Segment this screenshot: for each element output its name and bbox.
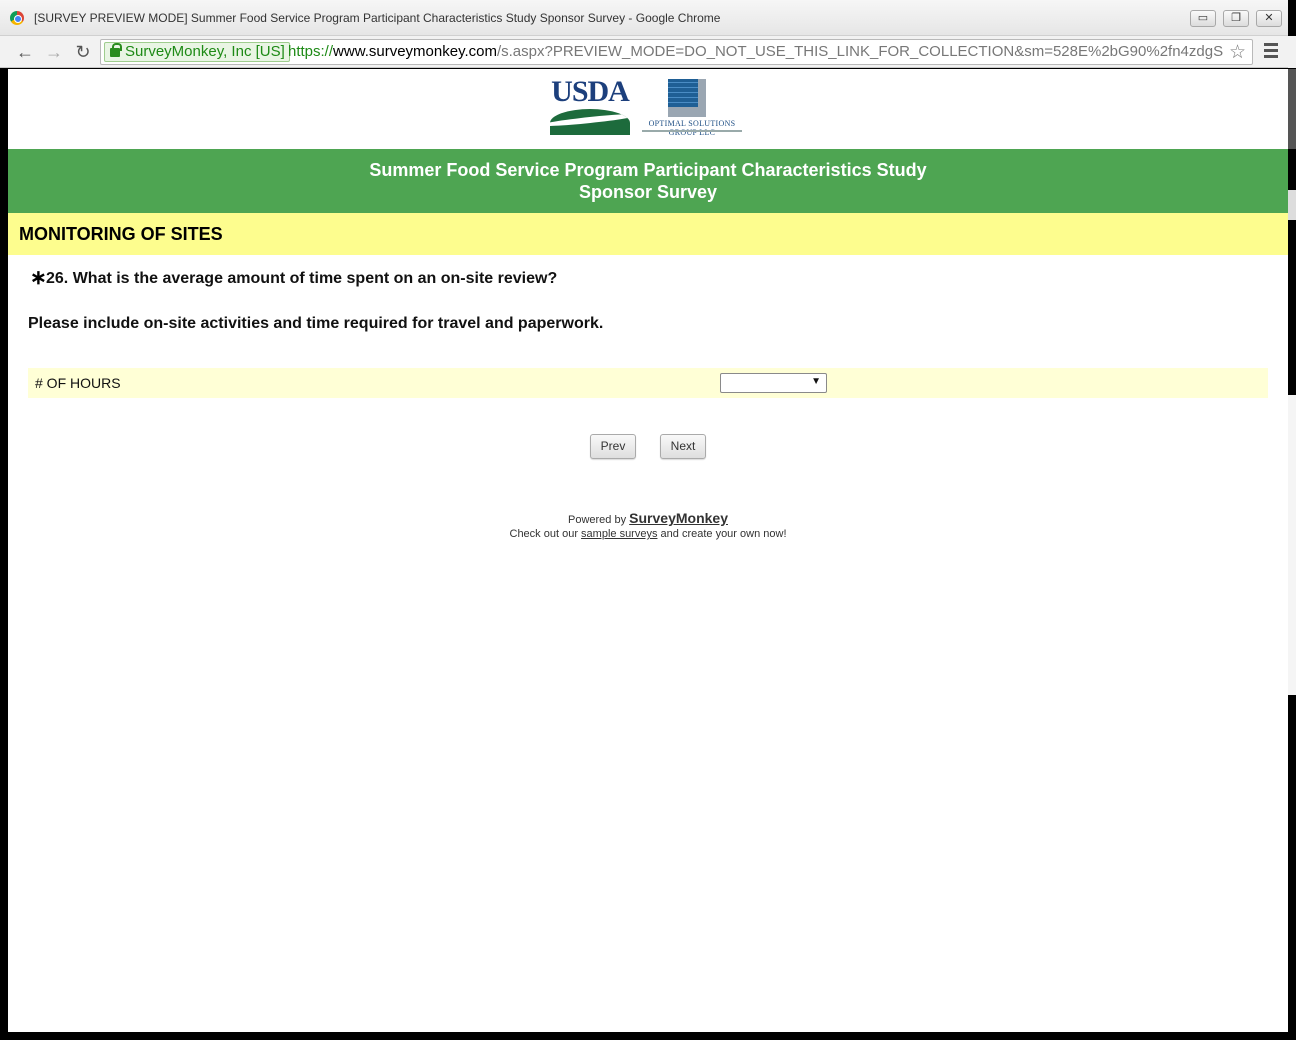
chrome-icon xyxy=(10,11,24,25)
address-bar[interactable]: SurveyMonkey, Inc [US] https://www.surve… xyxy=(100,39,1253,65)
url-scheme: https:// xyxy=(288,43,334,60)
next-button[interactable]: Next xyxy=(660,434,706,459)
optimal-solutions-name: OPTIMAL SOLUTIONS GROUP LLC xyxy=(648,119,736,137)
usda-logo-text: USDA xyxy=(551,75,630,108)
hours-dropdown[interactable]: ▼ xyxy=(720,373,827,393)
sample-surveys-link[interactable]: sample surveys xyxy=(581,528,657,540)
browser-toolbar: ← → ↻ SurveyMonkey, Inc [US] https://www… xyxy=(0,36,1288,68)
background-window-edge xyxy=(1288,190,1296,220)
survey-page: USDA OPTIMAL SOLUTIONS GROUP LLC Summer … xyxy=(8,69,1288,1032)
security-indicator[interactable]: SurveyMonkey, Inc [US] xyxy=(104,42,290,62)
powered-by: Powered by SurveyMonkey xyxy=(8,510,1288,526)
screen-bottom-edge xyxy=(0,1032,1296,1040)
section-title: MONITORING OF SITES xyxy=(8,213,1288,255)
checkout-pre-text: Check out our xyxy=(509,528,578,540)
chrome-menu-icon[interactable] xyxy=(1264,43,1278,61)
reload-icon[interactable]: ↻ xyxy=(72,41,94,63)
bookmark-star-icon[interactable]: ☆ xyxy=(1229,41,1246,64)
background-window-edge xyxy=(1288,395,1296,695)
restore-button[interactable]: ❐ xyxy=(1223,10,1249,27)
survey-title-line1: Summer Food Service Program Participant … xyxy=(369,160,927,180)
url-path: /s.aspx?PREVIEW_MODE=DO_NOT_USE_THIS_LIN… xyxy=(496,43,1224,60)
url-text[interactable]: https://www.surveymonkey.com/s.aspx?PREV… xyxy=(288,43,1223,60)
optimal-solutions-logo: OPTIMAL SOLUTIONS GROUP LLC xyxy=(636,77,748,137)
window-title: [SURVEY PREVIEW MODE] Summer Food Servic… xyxy=(34,11,721,25)
powered-by-text: Powered by xyxy=(568,514,627,526)
usda-logo: USDA xyxy=(548,77,632,135)
background-window-edge xyxy=(1288,69,1296,149)
survey-title-banner: Summer Food Service Program Participant … xyxy=(8,149,1288,213)
question-help-text: Please include on-site activities and ti… xyxy=(28,315,604,332)
back-icon[interactable]: ← xyxy=(14,41,36,63)
dropdown-arrow-icon: ▼ xyxy=(811,376,821,387)
surveymonkey-link[interactable]: SurveyMonkey xyxy=(629,510,728,526)
security-label: SurveyMonkey, Inc [US] xyxy=(125,43,285,60)
usda-logo-field xyxy=(550,109,630,135)
hours-label: # OF HOURS xyxy=(35,375,121,391)
window-titlebar: [SURVEY PREVIEW MODE] Summer Food Servic… xyxy=(0,0,1288,36)
header-logos: USDA OPTIMAL SOLUTIONS GROUP LLC xyxy=(548,77,748,137)
optimal-solutions-tagline-bar xyxy=(642,130,742,132)
question-text: 26. What is the average amount of time s… xyxy=(46,270,558,287)
sample-surveys-line: Check out our sample surveys and create … xyxy=(8,528,1288,540)
prev-button[interactable]: Prev xyxy=(590,434,636,459)
lock-icon xyxy=(110,43,122,57)
optimal-solutions-cube xyxy=(668,79,706,117)
required-asterisk-icon: ∗ xyxy=(30,267,47,289)
background-window-edge xyxy=(1288,36,1296,68)
survey-title-line2: Sponsor Survey xyxy=(578,182,718,202)
forward-icon[interactable]: → xyxy=(43,41,65,63)
minimize-button[interactable]: ▭ xyxy=(1190,10,1216,27)
close-button[interactable]: ✕ xyxy=(1256,10,1282,27)
checkout-post-text: and create your own now! xyxy=(660,528,787,540)
url-host: www.surveymonkey.com xyxy=(333,43,497,60)
answer-row: # OF HOURS ▼ xyxy=(28,368,1268,398)
